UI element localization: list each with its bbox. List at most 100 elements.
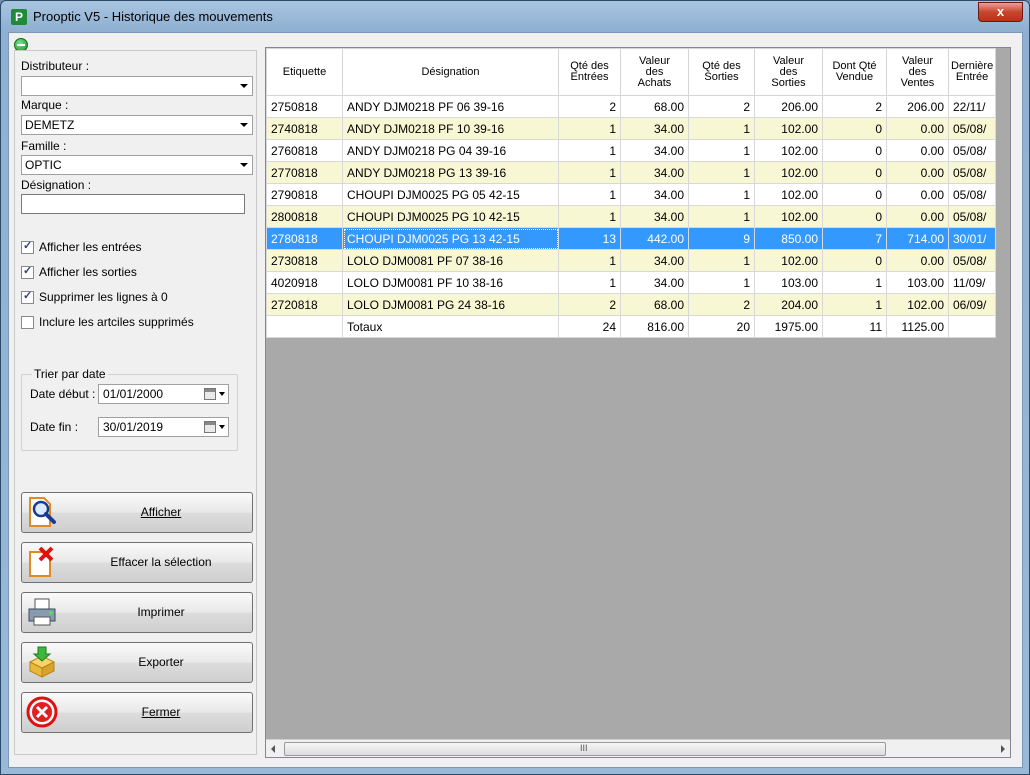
table-cell[interactable]: 34.00 [620,205,689,228]
checkbox-box[interactable] [21,289,34,304]
column-header[interactable]: Qté des Sorties [688,48,755,96]
afficher-button[interactable]: Afficher [21,492,253,533]
checkbox-box[interactable] [21,316,34,329]
table-cell[interactable]: 11/09/ [947,271,997,294]
table-row[interactable]: 2800818 CHOUPI DJM0025 PG 10 42-15 1 34.00 1… [266,205,997,228]
table-row[interactable]: 2720818 LOLO DJM0081 PG 24 38-16 2 68.00 2 20… [266,293,997,316]
table-cell[interactable]: 05/08/ [947,205,997,228]
table-cell[interactable]: 1 [688,139,755,162]
movements-grid[interactable]: Etiquette Désignation Qté des Entrées Valeu… [265,47,1011,758]
calendar-icon[interactable] [204,421,216,433]
table-cell[interactable]: 1 [688,271,755,294]
table-cell[interactable]: 1 [558,183,621,206]
date-start-picker[interactable]: 01/01/2000 [98,384,229,404]
calendar-icon[interactable] [204,388,216,400]
table-row[interactable]: 2740818 ANDY DJM0218 PF 10 39-16 1 34.00 1 10… [266,117,997,140]
table-cell[interactable]: 2760818 [266,139,343,162]
marque-combo[interactable]: DEMETZ [21,115,253,135]
table-cell[interactable]: 206.00 [754,95,823,118]
table-cell[interactable]: 1 [558,139,621,162]
table-cell[interactable]: ANDY DJM0218 PG 04 39-16 [342,139,559,162]
column-header[interactable]: Valeur des Sorties [754,48,823,96]
exporter-button[interactable]: Exporter [21,642,253,683]
table-cell[interactable]: 0 [822,161,887,184]
table-cell[interactable]: 2770818 [266,161,343,184]
table-cell[interactable]: 102.00 [754,117,823,140]
table-cell[interactable]: 0 [822,249,887,272]
table-cell[interactable]: 714.00 [886,227,949,250]
distributeur-combo[interactable] [21,76,253,96]
table-cell[interactable]: ANDY DJM0218 PF 06 39-16 [342,95,559,118]
table-cell[interactable]: 102.00 [754,139,823,162]
table-cell[interactable]: 2 [688,95,755,118]
table-cell[interactable]: 34.00 [620,139,689,162]
table-cell[interactable]: CHOUPI DJM0025 PG 10 42-15 [342,205,559,228]
table-cell[interactable]: 13 [558,227,621,250]
table-cell[interactable]: 34.00 [620,161,689,184]
table-cell[interactable]: 1 [688,161,755,184]
chevron-down-icon[interactable] [219,392,225,396]
table-cell[interactable]: 2790818 [266,183,343,206]
table-cell[interactable]: 2780818 [266,227,343,250]
table-cell[interactable]: 0.00 [886,117,949,140]
column-header[interactable]: Désignation [342,48,559,96]
famille-combo[interactable]: OPTIC [21,155,253,175]
table-cell[interactable]: 0.00 [886,249,949,272]
table-cell[interactable]: 102.00 [886,293,949,316]
table-row[interactable]: 4020918 LOLO DJM0081 PF 10 38-16 1 34.00 1 10… [266,271,997,294]
table-cell[interactable]: 30/01/ [947,227,997,250]
table-cell[interactable]: ANDY DJM0218 PF 10 39-16 [342,117,559,140]
column-header[interactable]: Valeur des Ventes [886,48,949,96]
table-cell[interactable]: 1 [822,271,887,294]
table-cell[interactable]: 0.00 [886,161,949,184]
table-cell[interactable]: 1 [558,271,621,294]
scroll-thumb[interactable]: III [284,742,886,756]
table-cell[interactable]: 2 [822,95,887,118]
horizontal-scrollbar[interactable]: III [266,739,1010,757]
table-cell[interactable]: 2720818 [266,293,343,316]
table-cell[interactable]: LOLO DJM0081 PG 24 38-16 [342,293,559,316]
checkbox-box[interactable] [21,264,34,279]
table-cell[interactable]: CHOUPI DJM0025 PG 13 42-15 [342,227,559,250]
table-cell[interactable]: 102.00 [754,183,823,206]
table-cell[interactable]: LOLO DJM0081 PF 07 38-16 [342,249,559,272]
table-cell[interactable]: 1 [558,161,621,184]
designation-input[interactable] [21,194,245,214]
table-cell[interactable]: 05/08/ [947,183,997,206]
table-cell[interactable]: 1 [822,293,887,316]
table-row[interactable]: 2760818 ANDY DJM0218 PG 04 39-16 1 34.00 1 10… [266,139,997,162]
table-cell[interactable]: 0 [822,205,887,228]
table-cell[interactable]: 0.00 [886,139,949,162]
table-cell[interactable]: 4020918 [266,271,343,294]
table-cell[interactable]: 0 [822,117,887,140]
title-bar[interactable]: P Prooptic V5 - Historique des mouvement… [1,1,1029,31]
table-cell[interactable]: 2730818 [266,249,343,272]
imprimer-button[interactable]: Imprimer [21,592,253,633]
table-cell[interactable]: 1 [688,117,755,140]
table-cell[interactable]: 68.00 [620,95,689,118]
table-cell[interactable]: 05/08/ [947,249,997,272]
date-end-picker[interactable]: 30/01/2019 [98,417,229,437]
column-header[interactable]: Etiquette [266,48,343,96]
table-row[interactable]: 2790818 CHOUPI DJM0025 PG 05 42-15 1 34.00 1… [266,183,997,206]
table-cell[interactable]: 206.00 [886,95,949,118]
table-cell[interactable]: 0 [822,139,887,162]
table-cell[interactable]: 103.00 [754,271,823,294]
table-row[interactable]: 2750818 ANDY DJM0218 PF 06 39-16 2 68.00 2 20… [266,95,997,118]
table-cell[interactable]: 2 [558,293,621,316]
table-cell[interactable]: 0 [822,183,887,206]
table-cell[interactable]: 2800818 [266,205,343,228]
column-header[interactable]: Dont Qté Vendue [822,48,887,96]
table-cell[interactable]: 1 [688,249,755,272]
table-cell[interactable]: 34.00 [620,249,689,272]
table-cell[interactable]: 2740818 [266,117,343,140]
table-cell[interactable]: 442.00 [620,227,689,250]
table-cell[interactable]: 850.00 [754,227,823,250]
table-cell[interactable]: 22/11/ [947,95,997,118]
table-cell[interactable]: 9 [688,227,755,250]
column-header[interactable]: Valeur des Achats [620,48,689,96]
table-cell[interactable]: 103.00 [886,271,949,294]
table-cell[interactable]: 0.00 [886,183,949,206]
table-row[interactable]: 2780818 CHOUPI DJM0025 PG 13 42-15 13 442.0… [266,227,997,250]
table-cell[interactable]: 0.00 [886,205,949,228]
